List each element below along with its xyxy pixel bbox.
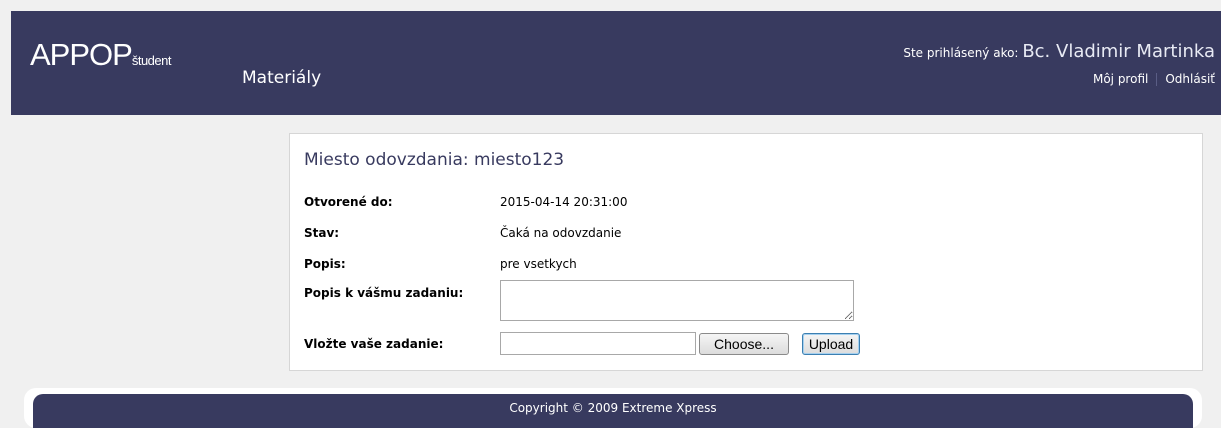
copyright: Copyright © 2009 Extreme Xpress [509, 401, 717, 415]
user-prefix: Ste prihlásený ako: [903, 46, 1019, 60]
user-name: Bc. Vladimir Martinka [1022, 41, 1215, 62]
page-title: Miesto odovzdania: miesto123 [304, 150, 565, 170]
logo-sub: študent [131, 53, 172, 68]
profile-link[interactable]: Môj profil [1093, 72, 1148, 86]
choose-button[interactable]: Choose... [699, 333, 789, 355]
submission-panel: Miesto odovzdania: miesto123 Otvorené do… [289, 133, 1203, 371]
user-info: Ste prihlásený ako: Bc. Vladimir Martink… [903, 41, 1215, 62]
row-label: Popis: [304, 257, 346, 271]
row-value: pre vsetkych [500, 257, 577, 271]
row-label: Stav: [304, 226, 340, 240]
nav-materialy[interactable]: Materiály [242, 68, 321, 88]
upload-button[interactable]: Upload [802, 333, 860, 355]
file-path-field[interactable] [500, 332, 696, 355]
link-separator [1156, 73, 1158, 86]
footer: Copyright © 2009 Extreme Xpress [24, 388, 1202, 428]
row-label: Vložte vaše zadanie: [304, 337, 444, 351]
header: APPOPštudent Materiály Ste prihlásený ak… [11, 11, 1221, 115]
footer-bar: Copyright © 2009 Extreme Xpress [33, 394, 1193, 428]
row-value: 2015-04-14 20:31:00 [500, 195, 628, 209]
logo[interactable]: APPOPštudent [30, 39, 171, 70]
row-value: Čaká na odovzdanie [500, 226, 622, 240]
row-label: Popis k vášmu zadaniu: [304, 286, 464, 300]
logo-main: APPOP [30, 37, 133, 72]
user-links: Môj profil Odhlásiť [1093, 72, 1215, 86]
logout-link[interactable]: Odhlásiť [1165, 72, 1215, 86]
row-label: Otvorené do: [304, 195, 393, 209]
description-textarea[interactable] [500, 280, 854, 321]
